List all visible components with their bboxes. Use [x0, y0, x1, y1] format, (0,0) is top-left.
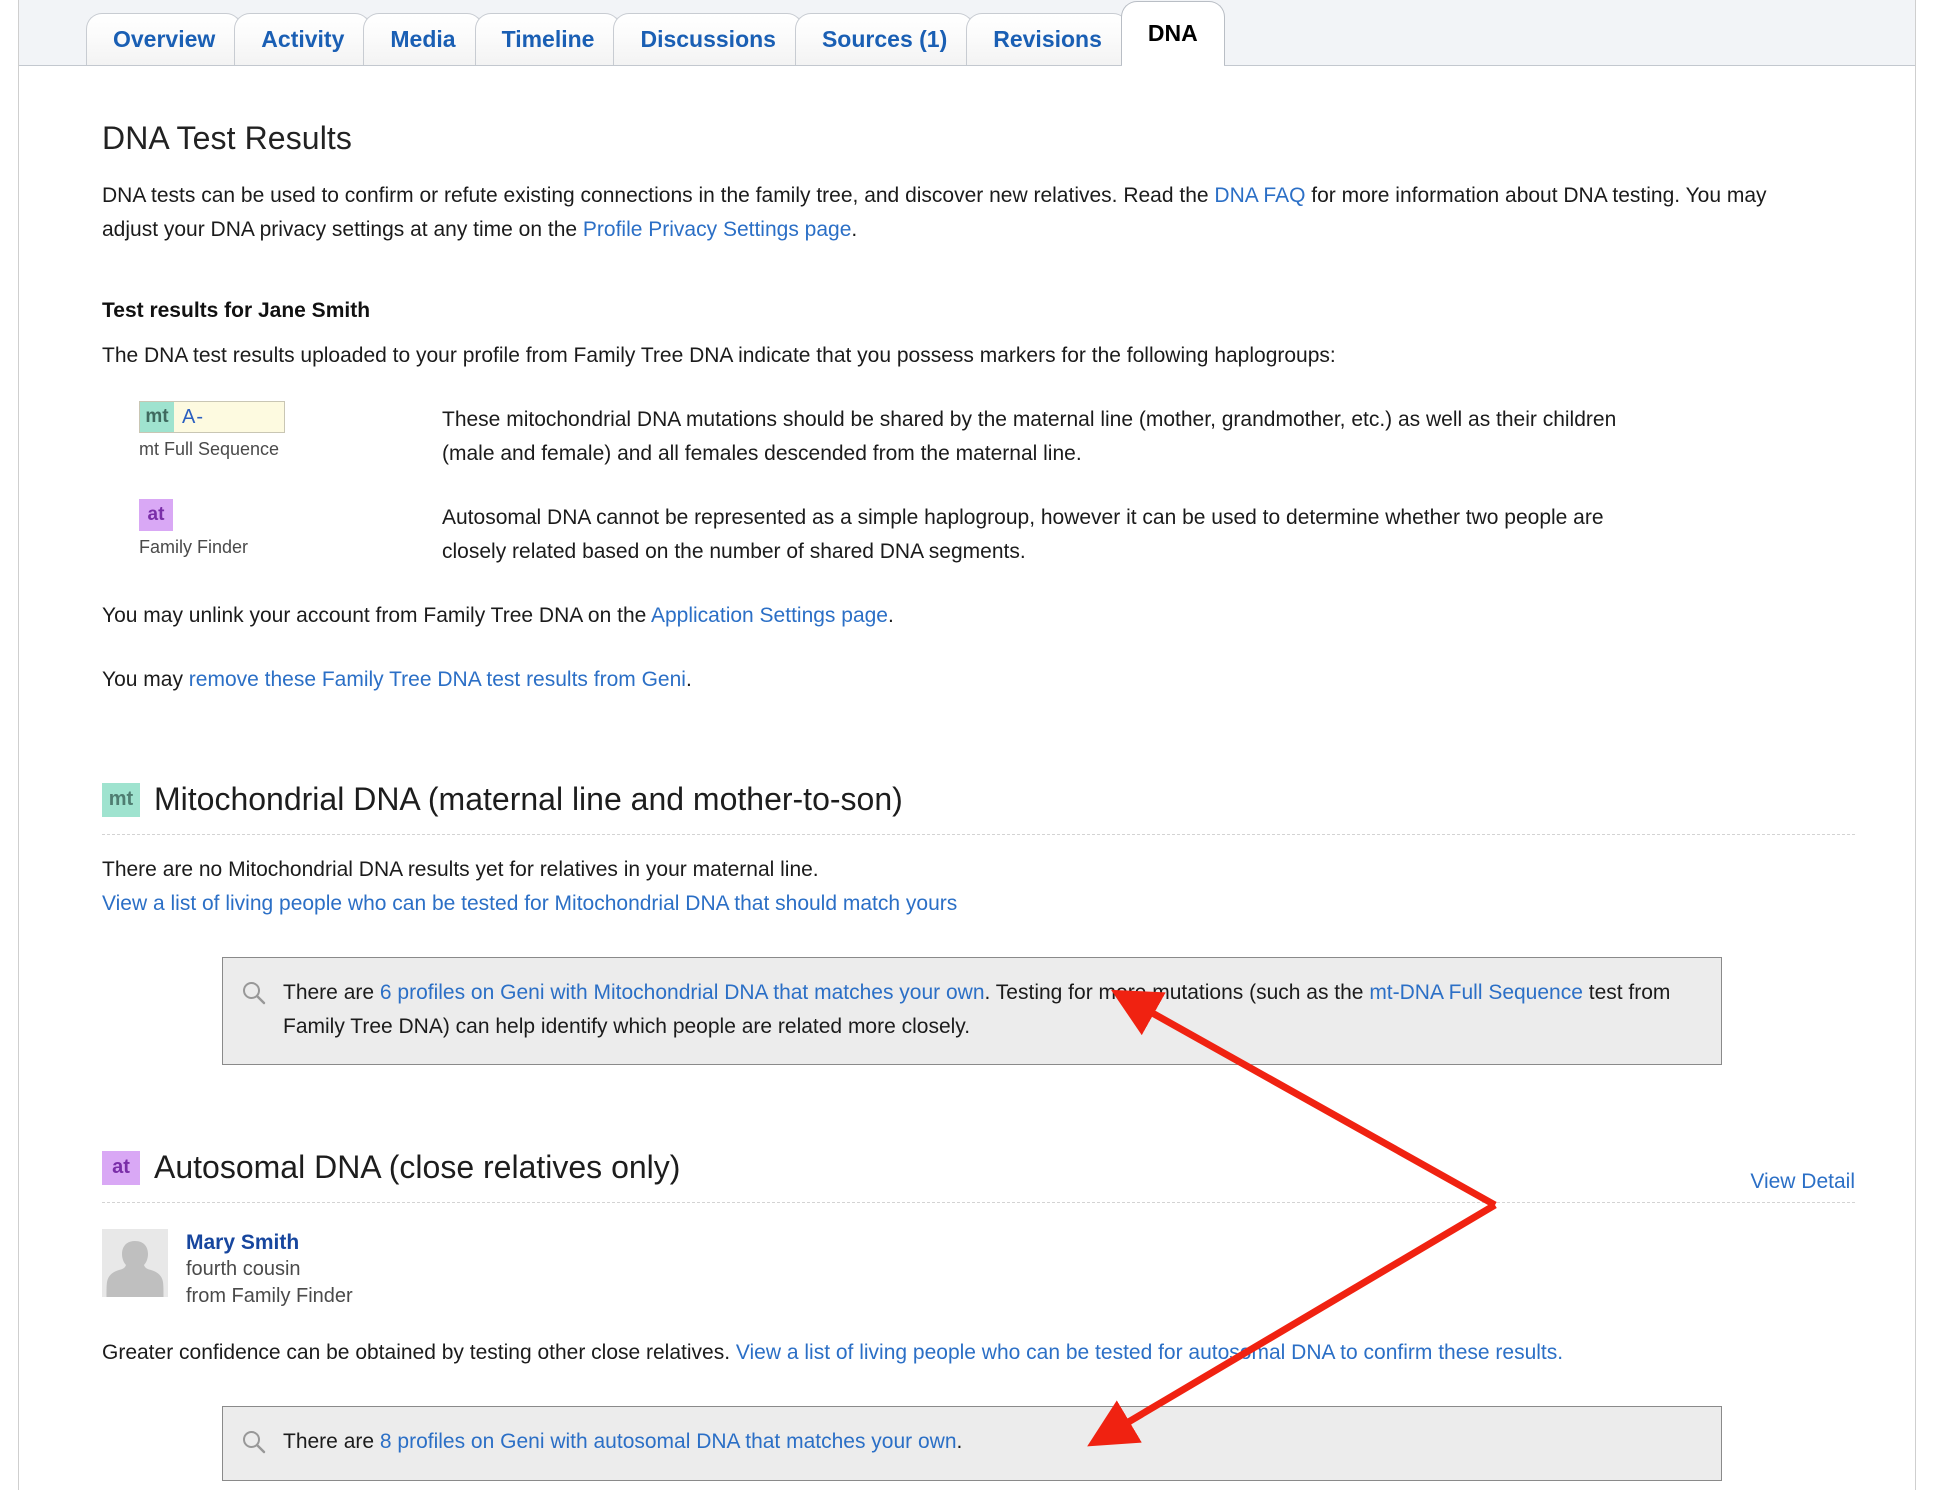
test-results-subheading: Test results for Jane Smith [102, 299, 1855, 323]
search-icon [241, 976, 283, 1011]
mt-badge-icon: mt [102, 782, 140, 817]
autosomal-infobox-text: There are 8 profiles on Geni with autoso… [283, 1425, 962, 1459]
tab-overview[interactable]: Overview [86, 13, 243, 65]
test-results-description: The DNA test results uploaded to your pr… [102, 344, 1336, 367]
tab-media[interactable]: Media [363, 13, 483, 65]
confidence-text-1: Greater confidence can be obtained by te… [102, 1341, 736, 1364]
remove-text-1: You may [102, 668, 189, 691]
autosomal-match-info: Mary Smith fourth cousin from Family Fin… [186, 1229, 353, 1310]
search-icon [241, 1425, 283, 1460]
page-content: DNA Test Results DNA tests can be used t… [19, 67, 1915, 1481]
haplogroup-row: mt A-mt Full Sequence These mitochondrial … [102, 401, 1855, 471]
autosomal-info-text-2: . [956, 1430, 963, 1453]
match-relationship: fourth cousin [186, 1258, 301, 1280]
haplogroup-row: at Family Finder Autosomal DNA cannot be r… [102, 499, 1855, 569]
autosomal-section-header: at Autosomal DNA (close relatives only) [102, 1149, 1855, 1186]
remove-text-2: . [685, 668, 692, 691]
profile-tab-bar: Overview Activity Media Timeline Discussions… [19, 0, 1915, 66]
intro-text-3: . [851, 218, 858, 241]
mito-no-results-text: There are no Mitochondrial DNA results y… [102, 858, 819, 881]
application-settings-link[interactable]: Application Settings page [651, 604, 888, 627]
autosomal-match-infobox: There are 8 profiles on Geni with autoso… [222, 1406, 1722, 1481]
mt-badge-icon: mt [140, 402, 174, 432]
at-badge-icon: at [139, 499, 173, 531]
mito-infobox-text: There are 6 profiles on Geni with Mitoch… [283, 976, 1699, 1044]
haplogroup-value: A- [182, 405, 204, 428]
autosomal-view-list-link[interactable]: View a list of living people who can be … [736, 1341, 1563, 1364]
tab-sources-1[interactable]: Sources (1) [794, 13, 975, 65]
person-avatar-icon [102, 1229, 168, 1297]
mito-info-text-2: . Testing for more mutations (such as th… [984, 981, 1370, 1004]
haplogroup-caption: Family Finder [139, 537, 249, 557]
haplogroup-badge-cell: mt A-mt Full Sequence [102, 401, 442, 460]
unlink-text-1: You may unlink your account from Family … [102, 604, 651, 627]
haplogroup-caption: mt Full Sequence [139, 439, 280, 459]
autosomal-section-title: Autosomal DNA (close relatives only) [154, 1149, 681, 1185]
autosomal-section-divider: View Detail [102, 1170, 1855, 1203]
at-badge-icon: at [102, 1150, 140, 1185]
remove-ftdna-results-link[interactable]: remove these Family Tree DNA test result… [189, 668, 686, 691]
autosomal-confidence-paragraph: Greater confidence can be obtained by te… [102, 1336, 1855, 1370]
autosomal-info-text-1: There are [283, 1430, 380, 1453]
intro-text-1: DNA tests can be used to confirm or refu… [102, 184, 1215, 207]
dna-test-results-page: Overview Activity Media Timeline Discussions… [0, 0, 1934, 1490]
tab-discussions[interactable]: Discussions [613, 13, 803, 65]
mito-section-divider [102, 834, 1855, 835]
mt-dna-full-sequence-link[interactable]: mt-DNA Full Sequence [1369, 981, 1583, 1004]
dna-faq-link[interactable]: DNA FAQ [1214, 184, 1305, 207]
profile-privacy-settings-link[interactable]: Profile Privacy Settings page [583, 218, 851, 241]
haplogroup-list: mt A-mt Full Sequence These mitochondrial … [102, 401, 1855, 569]
mito-section-title: Mitochondrial DNA (maternal line and mot… [154, 781, 903, 817]
tab-list: Overview Activity Media Timeline Discussions… [86, 0, 1225, 66]
unlink-paragraph: You may unlink your account from Family … [102, 599, 1855, 633]
unlink-text-2: . [887, 604, 894, 627]
mito-section-header: mt Mitochondrial DNA (maternal line and … [102, 781, 1855, 818]
mito-info-text-1: There are [283, 981, 380, 1004]
haplogroup-badge-cell: at Family Finder [102, 499, 442, 558]
page-intro-paragraph: DNA tests can be used to confirm or refu… [102, 179, 1822, 247]
mito-matching-profiles-link[interactable]: 6 profiles on Geni with Mitochondrial DN… [380, 981, 985, 1004]
autosomal-dna-section: at Autosomal DNA (close relatives only) … [102, 1149, 1855, 1481]
haplogroup-description: Autosomal DNA cannot be represented as a… [442, 506, 1604, 563]
mito-match-infobox: There are 6 profiles on Geni with Mitoch… [222, 957, 1722, 1065]
mito-section-body: There are no Mitochondrial DNA results y… [102, 853, 1855, 921]
haplogroup-badge: mt A- [139, 401, 285, 433]
page-title: DNA Test Results [102, 120, 352, 156]
mitochondrial-dna-section: mt Mitochondrial DNA (maternal line and … [102, 781, 1855, 1065]
subject-name: Jane Smith [257, 299, 371, 322]
subhead-prefix: Test results for [102, 299, 258, 322]
remove-results-paragraph: You may remove these Family Tree DNA tes… [102, 663, 1855, 697]
match-source: from Family Finder [186, 1285, 353, 1307]
view-detail-link[interactable]: View Detail [1750, 1170, 1855, 1194]
tab-activity[interactable]: Activity [234, 13, 372, 65]
haplogroup-description: These mitochondrial DNA mutations should… [442, 408, 1617, 465]
tab-dna[interactable]: DNA [1120, 1, 1225, 66]
autosomal-matching-profiles-link[interactable]: 8 profiles on Geni with autosomal DNA th… [380, 1430, 957, 1453]
match-name-link[interactable]: Mary Smith [186, 1229, 353, 1256]
tab-timeline[interactable]: Timeline [474, 13, 622, 65]
mito-view-list-link[interactable]: View a list of living people who can be … [102, 892, 957, 915]
autosomal-match-row: Mary Smith fourth cousin from Family Fin… [102, 1229, 1855, 1310]
tab-revisions[interactable]: Revisions [966, 13, 1129, 65]
